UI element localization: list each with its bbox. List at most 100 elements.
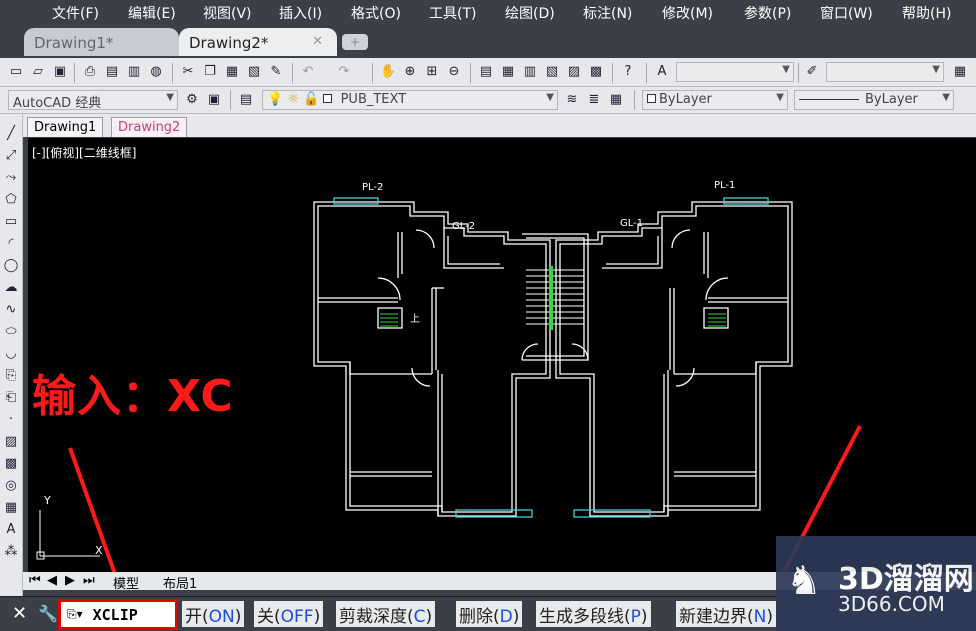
tool-palettes-icon[interactable]: ▥ (522, 64, 538, 80)
menu-window[interactable]: 窗口(W) (820, 3, 873, 23)
label-pl1: PL-1 (714, 180, 735, 191)
color-combo[interactable]: ByLayer ▼ (642, 90, 788, 110)
doc-tab-drawing2[interactable]: Drawing2* ✕ (179, 28, 337, 56)
layer-combo[interactable]: 💡 ☼ 🔓 PUB_TEXT ▼ (262, 90, 558, 110)
construction-line-icon[interactable]: ⤢ (3, 148, 19, 164)
linetype-combo[interactable]: ByLayer ▼ (794, 90, 954, 110)
save-icon[interactable]: ▣ (52, 64, 68, 80)
zoom-window-icon[interactable]: ⊞ (424, 64, 440, 80)
menu-insert[interactable]: 插入(I) (279, 3, 322, 23)
workspace-settings-icon[interactable]: ⚙ (184, 92, 200, 108)
menu-parameters[interactable]: 参数(P) (744, 3, 791, 23)
insert-block-icon[interactable]: ⎘ (3, 368, 19, 384)
customize-icon[interactable]: ▣ (206, 92, 222, 108)
hatch-icon[interactable]: ▨ (3, 434, 19, 450)
option-generate-polyline[interactable]: 生成多段线(P) (536, 601, 651, 627)
option-on[interactable]: 开(ON) (182, 601, 245, 627)
3d-print-icon[interactable]: ◍ (148, 64, 164, 80)
text-style-icon[interactable]: A (654, 64, 670, 80)
menu-tools[interactable]: 工具(T) (429, 3, 476, 23)
region-icon[interactable]: ◎ (3, 478, 19, 494)
close-icon[interactable]: ✕ (12, 603, 27, 624)
zoom-realtime-icon[interactable]: ⊕ (402, 64, 418, 80)
add-selected-icon[interactable]: ⁂ (3, 544, 19, 560)
menu-dimension[interactable]: 标注(N) (583, 3, 632, 23)
circle-icon[interactable]: ◯ (3, 258, 19, 274)
spline-icon[interactable]: ∿ (3, 302, 19, 318)
tab-layout1[interactable]: 布局1 (163, 573, 197, 592)
redo-icon[interactable]: ↷ (336, 64, 352, 80)
polyline-icon[interactable]: ⤳ (3, 170, 19, 186)
ellipse-arc-icon[interactable]: ◡ (3, 346, 19, 362)
close-icon[interactable]: ✕ (312, 34, 323, 49)
layer-color-swatch (323, 94, 333, 103)
copy-icon[interactable]: ❐ (202, 64, 218, 80)
markup-icon[interactable]: ▨ (566, 64, 582, 80)
doc-tab-drawing1[interactable]: Drawing1* (24, 28, 179, 56)
arc-icon[interactable]: ◜ (3, 236, 19, 252)
properties-icon[interactable]: ▤ (478, 64, 494, 80)
menu-file[interactable]: 文件(F) (52, 3, 99, 23)
pan-icon[interactable]: ✋ (380, 64, 396, 80)
menu-format[interactable]: 格式(O) (351, 3, 401, 23)
prev-tab-icon[interactable]: ◀ (47, 573, 57, 588)
layer-name: PUB_TEXT (340, 92, 407, 107)
annotation-arrows (68, 425, 862, 572)
first-tab-icon[interactable]: ⏮ (29, 573, 41, 588)
file-tab-drawing1[interactable]: Drawing1 (27, 117, 104, 137)
undo-icon[interactable]: ↶ (300, 64, 316, 80)
revision-cloud-icon[interactable]: ☁ (3, 280, 19, 296)
next-tab-icon[interactable]: ▶ (65, 573, 75, 588)
paste-special-icon[interactable]: ▧ (246, 64, 262, 80)
dimension-style-combo[interactable]: ▼ (826, 62, 944, 82)
multiline-text-icon[interactable]: A (3, 522, 19, 538)
print-icon[interactable]: ⎙ (82, 64, 98, 80)
table-style-icon[interactable]: ▦ (952, 64, 968, 80)
publish-icon[interactable]: ▥ (126, 64, 142, 80)
file-tab-drawing2[interactable]: Drawing2 (111, 117, 188, 137)
option-clip-depth[interactable]: 剪裁深度(C) (336, 601, 436, 627)
open-file-icon[interactable]: ▱ (30, 64, 46, 80)
option-off[interactable]: 关(OFF) (254, 601, 324, 627)
make-current-layer-icon[interactable]: ≋ (564, 92, 580, 108)
command-input[interactable]: ⎘▾ XCLIP (58, 599, 178, 630)
last-tab-icon[interactable]: ⏭ (83, 573, 95, 588)
menu-draw[interactable]: 绘图(D) (505, 3, 555, 23)
table-icon[interactable]: ▦ (3, 500, 19, 516)
design-center-icon[interactable]: ▦ (500, 64, 516, 80)
paste-icon[interactable]: ▦ (224, 64, 240, 80)
match-properties-icon[interactable]: ✎ (268, 64, 284, 80)
print-preview-icon[interactable]: ▤ (104, 64, 120, 80)
layer-previous-icon[interactable]: ≣ (586, 92, 602, 108)
polygon-icon[interactable]: ⬠ (3, 192, 19, 208)
text-style-combo[interactable]: ▼ (676, 62, 794, 82)
wrench-icon[interactable]: 🔧 (38, 604, 58, 623)
sheet-set-icon[interactable]: ▧ (544, 64, 560, 80)
rectangle-icon[interactable]: ▭ (3, 214, 19, 230)
option-delete[interactable]: 删除(D) (456, 601, 523, 627)
menu-modify[interactable]: 修改(M) (662, 3, 713, 23)
option-label: 开 (185, 607, 202, 627)
calculator-icon[interactable]: ▩ (588, 64, 604, 80)
make-block-icon[interactable]: ⎗ (3, 390, 19, 406)
new-tab-button[interactable]: + (342, 34, 368, 50)
help-icon[interactable]: ? (620, 64, 636, 80)
layer-properties-icon[interactable]: ▤ (238, 92, 254, 108)
line-icon[interactable]: ╱ (3, 126, 19, 142)
menu-help[interactable]: 帮助(H) (902, 3, 951, 23)
layer-state-icon[interactable]: ▦ (608, 92, 624, 108)
ellipse-icon[interactable]: ⬭ (3, 324, 19, 340)
gradient-icon[interactable]: ▩ (3, 456, 19, 472)
point-icon[interactable]: · (3, 412, 19, 428)
workspace-combo[interactable]: AutoCAD 经典 ▼ (8, 90, 178, 110)
drawing-canvas[interactable]: [-][俯视][二维线框] PL-2 PL-1 GL-2 GL-1 上 Y X (28, 138, 976, 572)
menu-view[interactable]: 视图(V) (203, 3, 252, 23)
option-new-boundary[interactable]: 新建边界(N) (676, 601, 776, 627)
menu-edit[interactable]: 编辑(E) (128, 3, 176, 23)
lightbulb-icon: 💡 (267, 92, 284, 107)
zoom-previous-icon[interactable]: ⊖ (446, 64, 462, 80)
cut-icon[interactable]: ✂ (180, 64, 196, 80)
tab-model[interactable]: 模型 (113, 573, 139, 592)
new-file-icon[interactable]: ▭ (8, 64, 24, 80)
dimension-style-icon[interactable]: ✐ (804, 64, 820, 80)
